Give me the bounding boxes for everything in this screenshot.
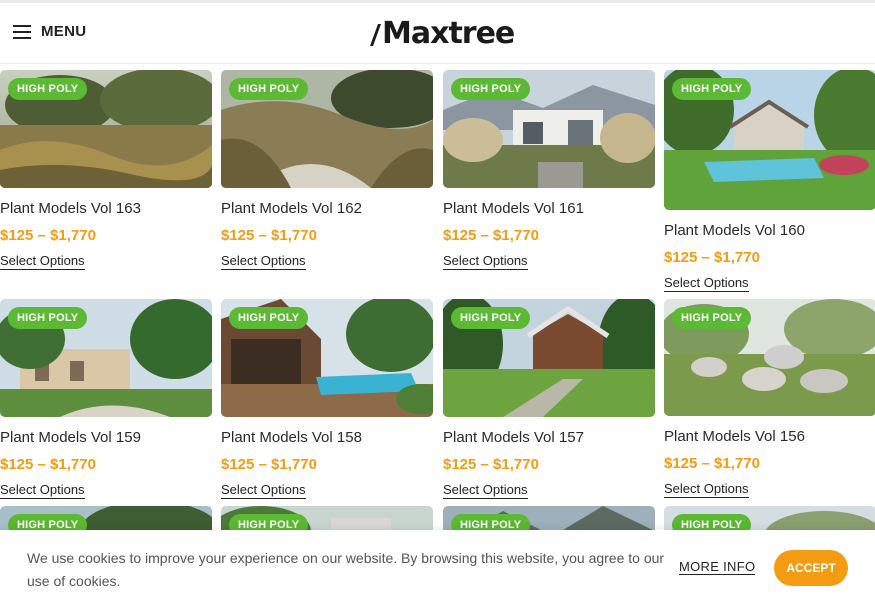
product-image[interactable]: HIGH POLY bbox=[221, 299, 433, 417]
logo-text: Maxtree bbox=[382, 16, 515, 51]
select-options-link[interactable]: Select Options bbox=[0, 482, 85, 499]
cookie-banner: We use cookies to improve your experienc… bbox=[0, 530, 875, 607]
accept-button[interactable]: ACCEPT bbox=[774, 550, 848, 586]
product-title[interactable]: Plant Models Vol 163 bbox=[0, 200, 141, 217]
product-price: $125 – $1,770 bbox=[443, 456, 539, 473]
product-image[interactable]: HIGH POLY bbox=[443, 70, 655, 188]
product-price: $125 – $1,770 bbox=[0, 227, 96, 244]
product-image[interactable]: HIGH POLY bbox=[0, 299, 212, 417]
product-title[interactable]: Plant Models Vol 162 bbox=[221, 200, 362, 217]
product-price: $125 – $1,770 bbox=[221, 227, 317, 244]
high-poly-badge: HIGH POLY bbox=[8, 307, 88, 329]
more-info-link[interactable]: MORE INFO bbox=[679, 559, 756, 575]
high-poly-badge: HIGH POLY bbox=[229, 307, 309, 329]
cookie-message: We use cookies to improve your experienc… bbox=[27, 550, 665, 589]
hamburger-icon bbox=[13, 24, 31, 39]
select-options-link[interactable]: Select Options bbox=[664, 481, 749, 498]
high-poly-badge: HIGH POLY bbox=[229, 78, 309, 100]
high-poly-badge: HIGH POLY bbox=[672, 78, 752, 100]
high-poly-badge: HIGH POLY bbox=[672, 307, 752, 329]
select-options-link[interactable]: Select Options bbox=[443, 482, 528, 499]
site-header: MENU Maxtree bbox=[0, 3, 875, 64]
select-options-link[interactable]: Select Options bbox=[221, 253, 306, 270]
logo-mark-icon bbox=[370, 23, 381, 46]
product-title[interactable]: Plant Models Vol 157 bbox=[443, 429, 584, 446]
product-image[interactable]: HIGH POLY bbox=[443, 299, 655, 417]
product-price: $125 – $1,770 bbox=[443, 227, 539, 244]
high-poly-badge: HIGH POLY bbox=[8, 78, 88, 100]
menu-label: MENU bbox=[41, 23, 87, 40]
select-options-link[interactable]: Select Options bbox=[0, 253, 85, 270]
product-title[interactable]: Plant Models Vol 158 bbox=[221, 429, 362, 446]
product-title[interactable]: Plant Models Vol 156 bbox=[664, 428, 805, 445]
select-options-link[interactable]: Select Options bbox=[443, 253, 528, 270]
high-poly-badge: HIGH POLY bbox=[451, 78, 531, 100]
product-image[interactable]: HIGH POLY bbox=[0, 70, 212, 188]
menu-button[interactable]: MENU bbox=[13, 23, 86, 40]
product-price: $125 – $1,770 bbox=[664, 455, 760, 472]
product-price: $125 – $1,770 bbox=[664, 249, 760, 266]
site-logo[interactable]: Maxtree bbox=[368, 16, 515, 51]
high-poly-badge: HIGH POLY bbox=[451, 307, 531, 329]
select-options-link[interactable]: Select Options bbox=[221, 482, 306, 499]
product-image[interactable]: HIGH POLY bbox=[221, 70, 433, 188]
product-image[interactable]: HIGH POLY bbox=[664, 299, 875, 416]
product-price: $125 – $1,770 bbox=[221, 456, 317, 473]
product-title[interactable]: Plant Models Vol 161 bbox=[443, 200, 584, 217]
product-price: $125 – $1,770 bbox=[0, 456, 96, 473]
product-image[interactable]: HIGH POLY bbox=[664, 70, 875, 210]
product-title[interactable]: Plant Models Vol 159 bbox=[0, 429, 141, 446]
select-options-link[interactable]: Select Options bbox=[664, 275, 749, 292]
product-title[interactable]: Plant Models Vol 160 bbox=[664, 222, 805, 239]
